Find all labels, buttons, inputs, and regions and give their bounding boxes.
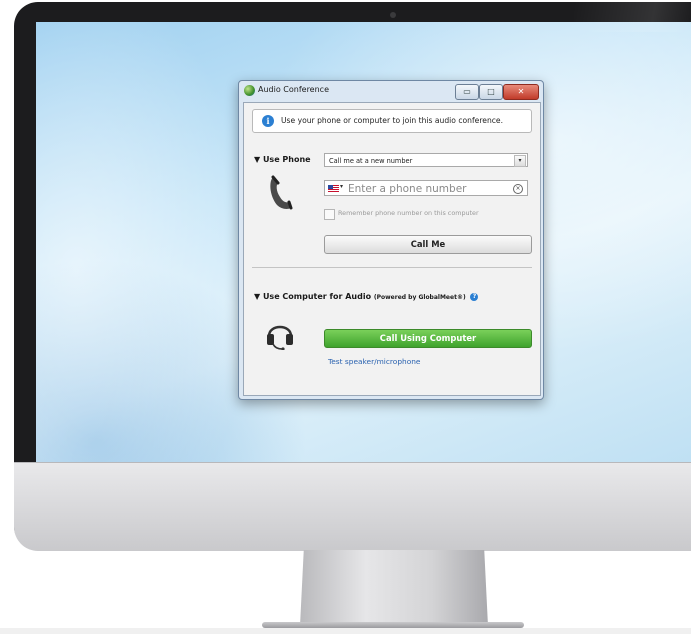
dialog-body: i Use your phone or computer to join thi… [243,102,541,396]
info-banner: i Use your phone or computer to join thi… [252,109,532,133]
info-message: Use your phone or computer to join this … [281,116,504,125]
minimize-button[interactable]: ▭ [455,84,479,100]
us-flag-icon[interactable] [328,185,339,192]
remember-checkbox[interactable] [324,209,335,220]
use-phone-toggle[interactable]: ▼ Use Phone [254,155,311,164]
powered-by-label: (Powered by GlobalMeet®) [373,294,466,301]
camera [390,12,396,18]
help-icon[interactable]: ? [470,292,479,301]
remember-label: Remember phone number on this computer [338,209,479,217]
call-me-button[interactable]: Call Me [324,235,532,254]
test-speaker-link[interactable]: Test speaker/microphone [328,357,420,366]
globe-app-icon [244,85,255,96]
close-button[interactable]: ✕ [503,84,539,100]
country-caret-icon[interactable]: ▾ [340,183,343,190]
dropdown-arrow-icon[interactable]: ▾ [514,155,526,167]
monitor-chin [14,462,691,551]
clear-icon[interactable]: × [513,184,523,194]
floor [0,628,691,634]
monitor-stand [300,550,488,626]
maximize-button[interactable]: □ [479,84,503,100]
use-computer-toggle[interactable]: ▼ Use Computer for Audio (Powered by Glo… [254,292,479,301]
dial-option-select[interactable]: Call me at a new number ▾ [324,153,528,167]
info-icon: i [262,115,274,127]
window-title: Audio Conference [258,85,329,94]
headset-icon [267,325,293,350]
call-using-computer-button[interactable]: Call Using Computer [324,329,532,348]
dial-option-value: Call me at a new number [329,157,413,165]
title-bar[interactable]: Audio Conference ▭ □ ✕ [239,81,543,101]
phone-number-input[interactable]: ▾ Enter a phone number × [324,180,528,196]
use-computer-heading: ▼ Use Computer for Audio [254,292,372,301]
section-divider [252,267,532,268]
phone-handset-icon [270,175,293,210]
audio-conference-dialog: Audio Conference ▭ □ ✕ i Use your phone … [238,80,544,400]
phone-placeholder: Enter a phone number [348,183,467,195]
